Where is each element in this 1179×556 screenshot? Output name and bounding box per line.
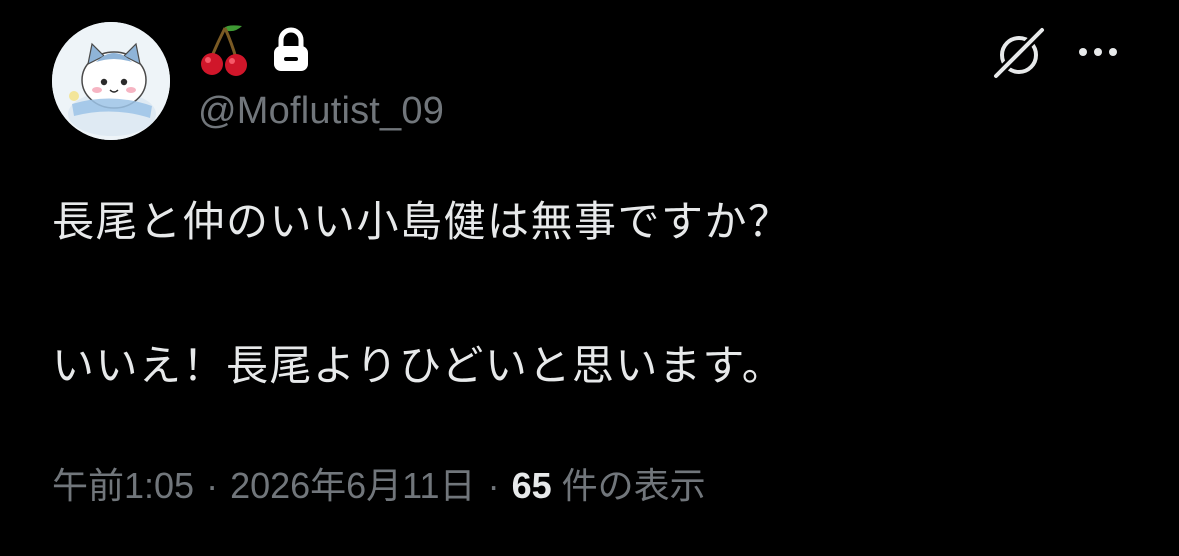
grok-icon[interactable] <box>990 24 1048 82</box>
display-name[interactable] <box>198 24 312 80</box>
tweet-time[interactable]: 午前1:05 <box>52 462 194 510</box>
more-icon[interactable] <box>1074 40 1122 64</box>
view-count[interactable]: 65 <box>512 462 552 510</box>
tweet-text-line-1: 長尾と仲のいい小島健は無事ですか？ <box>52 197 792 246</box>
meta-separator: · <box>487 465 500 506</box>
tweet-meta: 午前1:05 · 2026年6月11日 · 65 件の表示 <box>52 462 706 510</box>
cherries-icon <box>198 22 252 82</box>
avatar-image <box>52 22 170 140</box>
tweet-text-line-2: いいえ！長尾よりひどいと思います。 <box>52 341 786 390</box>
lock-icon <box>270 27 312 77</box>
avatar[interactable] <box>52 22 170 140</box>
view-label[interactable]: 件の表示 <box>562 462 706 510</box>
meta-separator: · <box>206 465 219 506</box>
user-handle[interactable]: @Moflutist_09 <box>198 88 444 134</box>
tweet-date[interactable]: 2026年6月11日 <box>230 462 475 510</box>
